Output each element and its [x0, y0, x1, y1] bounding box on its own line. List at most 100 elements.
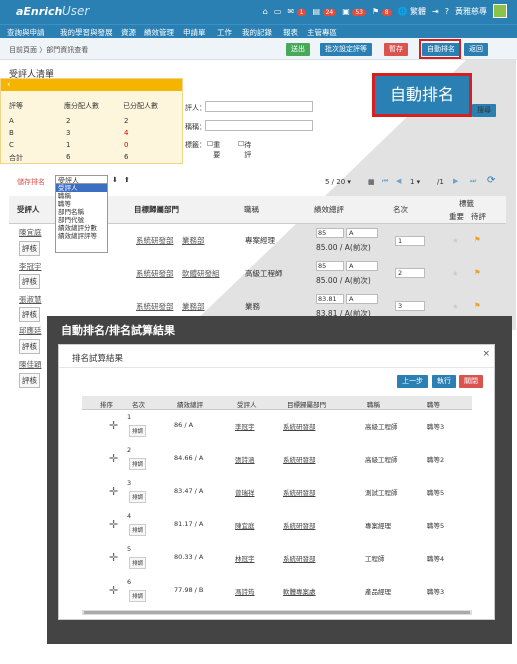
sort-dropdown[interactable]: 受評人 職稱 職等 部門名稱 部門代號 績效總評分數 績效總評評等 — [55, 183, 108, 253]
menu-item-manager[interactable]: 主管專區 — [307, 27, 337, 38]
notify-icon[interactable]: ✉ 1 — [287, 7, 307, 16]
adjust-button[interactable]: 排調 — [129, 425, 147, 437]
star-icon[interactable]: ★ — [452, 269, 459, 278]
sort-option[interactable]: 職稱 — [56, 192, 107, 200]
col-rank[interactable]: 名次 — [393, 204, 408, 215]
rank-input[interactable]: 1 — [395, 236, 425, 246]
flag-icon[interactable]: ⚑ — [474, 301, 481, 310]
dept-link[interactable]: 軟體研發組 — [182, 268, 220, 279]
exit-icon[interactable]: ⇥ — [432, 7, 439, 16]
menu-item-work[interactable]: 工作 — [217, 27, 232, 38]
sort-option[interactable]: 受評人 — [56, 184, 107, 192]
dept-link[interactable]: 系統研發部 — [136, 268, 174, 279]
col-title[interactable]: 職稱 — [244, 204, 259, 215]
score-input[interactable]: 85 — [316, 261, 344, 271]
dept-link[interactable]: 業務部 — [182, 301, 205, 312]
menu-item-report[interactable]: 報表 — [283, 27, 298, 38]
next-page-icon[interactable]: ▶ — [453, 177, 458, 185]
sort-option[interactable]: 績效總評評等 — [56, 232, 107, 240]
page-select[interactable]: 1 ▾ — [410, 178, 420, 186]
rank-input[interactable]: 2 — [395, 268, 425, 278]
sort-option[interactable]: 職等 — [56, 200, 107, 208]
home-icon[interactable]: ⌂ — [263, 7, 268, 16]
dept-link[interactable]: 系統研發部 — [283, 454, 316, 464]
score-input[interactable]: 83.81 — [316, 294, 344, 304]
alert-icon[interactable]: ⚑ 8 — [372, 7, 392, 16]
dept-link[interactable]: 系統研發部 — [136, 235, 174, 246]
col-reviewee[interactable]: 受評人 — [17, 204, 40, 215]
sort-option[interactable]: 部門名稱 — [56, 208, 107, 216]
dept-link[interactable]: 軟體專案處 — [283, 586, 316, 596]
grade-select[interactable]: A — [346, 294, 378, 304]
refresh-icon[interactable]: ⟳ — [487, 175, 495, 186]
col-score[interactable]: 績效總評 — [314, 204, 344, 215]
eval-button[interactable]: 評核 — [19, 339, 40, 354]
adjust-button[interactable]: 排調 — [129, 557, 147, 569]
col-dept[interactable]: 目標歸屬部門 — [134, 204, 179, 215]
reviewee-link[interactable]: 張淑慧 — [19, 294, 42, 305]
sort-option[interactable]: 績效總評分數 — [56, 224, 107, 232]
search-button[interactable]: 搜尋 — [472, 104, 496, 117]
first-page-icon[interactable]: ⏮ — [382, 177, 388, 186]
sort-desc-icon[interactable]: ⬇ — [112, 176, 118, 184]
task-icon[interactable]: ▣ 53 — [342, 7, 366, 16]
drag-handle-icon[interactable]: ✛ — [109, 551, 118, 564]
batch-grade-button[interactable]: 批次設定評等 — [320, 43, 372, 56]
dept-link[interactable]: 系統研發部 — [283, 520, 316, 530]
dept-link[interactable]: 業務部 — [182, 235, 205, 246]
reviewee-link[interactable]: 陳宜庭 — [19, 227, 42, 238]
collapse-chevron-icon[interactable]: ‹ — [1, 79, 182, 91]
menu-item-learning[interactable]: 我的學習與發展 — [60, 27, 113, 38]
adjust-button[interactable]: 排調 — [129, 590, 147, 602]
user-name[interactable]: 黃雅慈專 — [455, 6, 487, 17]
reviewee-link[interactable]: 陳宜庭 — [235, 520, 255, 530]
flag-icon[interactable]: ⚑ — [474, 268, 481, 277]
adjust-button[interactable]: 排調 — [129, 524, 147, 536]
reviewee-link[interactable]: 邱應廷 — [19, 325, 42, 336]
save-rank-link[interactable]: 儲存排名 — [17, 177, 45, 187]
eval-button[interactable]: 評核 — [19, 241, 40, 256]
sort-option[interactable]: 部門代號 — [56, 216, 107, 224]
drag-handle-icon[interactable]: ✛ — [109, 485, 118, 498]
menu-item-records[interactable]: 我的記錄 — [242, 27, 272, 38]
rank-input[interactable]: 3 — [395, 301, 425, 311]
score-input[interactable]: 85 — [316, 228, 344, 238]
star-icon[interactable]: ★ — [452, 236, 459, 245]
reviewee-link[interactable]: 林冠宇 — [235, 553, 255, 563]
grid-icon[interactable]: ▦ — [368, 178, 375, 186]
star-icon[interactable]: ★ — [452, 302, 459, 311]
save-draft-button[interactable]: 暫存 — [384, 43, 408, 56]
reviewee-link[interactable]: 馮詩筠 — [235, 586, 255, 596]
page-size-select[interactable]: 5 / 20 ▾ — [325, 178, 351, 186]
scrollbar-thumb[interactable] — [84, 611, 470, 614]
eval-button[interactable]: 評核 — [19, 274, 40, 289]
monitor-icon[interactable]: ▭ — [274, 7, 282, 16]
back-button[interactable]: 返回 — [464, 43, 488, 56]
menu-item-resource[interactable]: 資源 — [121, 27, 136, 38]
run-button[interactable]: 執行 — [432, 375, 456, 388]
avatar[interactable] — [493, 4, 507, 18]
message-icon[interactable]: ▤ 24 — [312, 7, 337, 16]
reviewee-link[interactable]: 陳佳穎 — [19, 359, 42, 370]
reviewee-link[interactable]: 李冠宇 — [19, 261, 42, 272]
submit-button[interactable]: 送出 — [286, 43, 310, 56]
tag-pending-checkbox[interactable]: ☐ 待評 — [238, 140, 251, 159]
dept-link[interactable]: 系統研發部 — [283, 487, 316, 497]
drag-handle-icon[interactable]: ✛ — [109, 452, 118, 465]
adjust-button[interactable]: 排調 — [129, 458, 147, 470]
reviewee-link[interactable]: 張詩涵 — [235, 454, 255, 464]
drag-handle-icon[interactable]: ✛ — [109, 419, 118, 432]
language-selector[interactable]: 🌐 繁體 — [398, 6, 427, 17]
close-button[interactable]: 關閉 — [459, 375, 483, 388]
close-icon[interactable]: × — [482, 349, 490, 359]
grade-select[interactable]: A — [346, 228, 378, 238]
sort-asc-icon[interactable]: ⬆ — [124, 176, 130, 184]
menu-item-performance[interactable]: 績效管理 — [144, 27, 174, 38]
adjust-button[interactable]: 排調 — [129, 491, 147, 503]
eval-button[interactable]: 評核 — [19, 307, 40, 322]
reviewee-link[interactable]: 曾瑞祥 — [235, 487, 255, 497]
drag-handle-icon[interactable]: ✛ — [109, 584, 118, 597]
dept-link[interactable]: 系統研發部 — [283, 421, 316, 431]
prev-step-button[interactable]: 上一步 — [397, 375, 428, 388]
last-page-icon[interactable]: ⏭ — [470, 177, 476, 186]
